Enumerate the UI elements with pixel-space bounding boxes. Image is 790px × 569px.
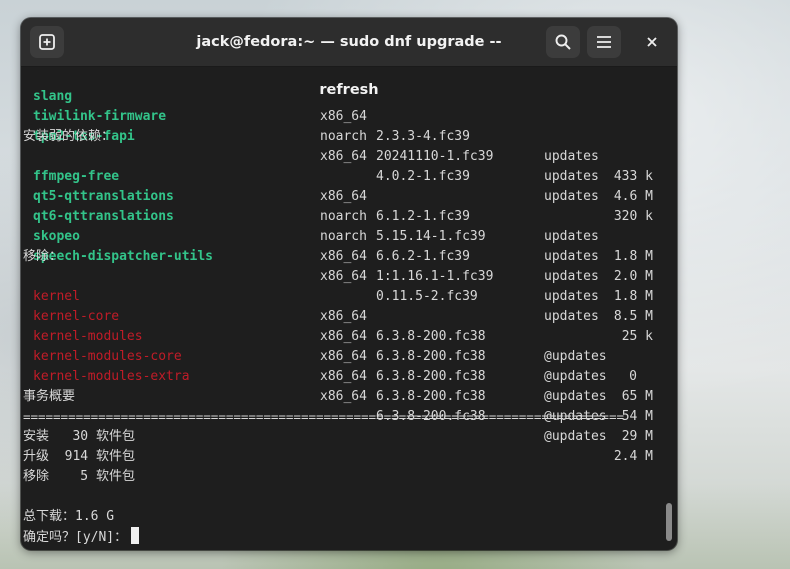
window-title: jack@fedora:~ — sudo dnf upgrade --refre… — [196, 34, 502, 98]
text-cursor — [131, 527, 140, 544]
package-size: 65 M — [621, 389, 653, 404]
package-row: tiwilink-firmware noarch 20241110-1.fc39… — [23, 87, 653, 204]
package-version: 6.3.8-200.fc38 — [376, 369, 486, 384]
package-size: 29 M — [621, 429, 653, 444]
terminal-window: jack@fedora:~ — sudo dnf upgrade --refre… — [21, 18, 677, 550]
new-tab-button[interactable] — [30, 26, 64, 58]
package-row: kernel-modules-extra x86_64 6.3.8-200.fc… — [23, 347, 653, 464]
summary-install: 安装 30 软件包 — [23, 429, 135, 444]
package-version: 2.3.3-4.fc39 — [376, 129, 470, 144]
search-button[interactable] — [546, 26, 580, 58]
remove-header: 移除： — [23, 249, 63, 264]
package-row: kernel-modules-core x86_64 6.3.8-200.fc3… — [23, 327, 653, 444]
search-icon — [555, 34, 571, 50]
package-arch: x86_64 — [320, 369, 367, 384]
package-row: tpm2-tss-fapi x86_64 4.0.2-1.fc39 update… — [23, 107, 653, 224]
summary-upgrade: 升级 914 软件包 — [23, 449, 135, 464]
package-repo: @updates — [544, 429, 607, 444]
total-download: 总下载：1.6 G — [23, 509, 115, 524]
confirm-prompt-line[interactable]: 确定吗？[y/N]： — [23, 527, 140, 547]
close-button[interactable] — [635, 26, 669, 58]
new-tab-icon — [39, 34, 55, 50]
package-arch: x86_64 — [320, 389, 367, 404]
scrollbar-thumb[interactable] — [666, 503, 672, 541]
package-row: speech-dispatcher-utils x86_64 0.11.5-2.… — [23, 227, 653, 344]
package-repo: @updates — [544, 369, 607, 384]
package-size: 0 — [629, 369, 637, 384]
summary-remove: 移除 5 软件包 — [23, 469, 135, 484]
package-row: qt5-qttranslations noarch 5.15.14-1.fc39… — [23, 167, 653, 284]
package-version: 6.6.2-1.fc39 — [376, 249, 470, 264]
package-repo: @updates — [544, 389, 607, 404]
scrollbar[interactable] — [664, 67, 677, 550]
hamburger-menu-icon — [597, 36, 611, 48]
package-row: qt6-qttranslations noarch 6.6.2-1.fc39 u… — [23, 187, 653, 304]
package-size: 1.8 M — [613, 249, 653, 264]
main-menu-button[interactable] — [587, 26, 621, 58]
package-version: 6.3.8-200.fc38 — [376, 389, 486, 404]
package-row: kernel-modules x86_64 6.3.8-200.fc38 @up… — [23, 307, 653, 424]
package-row: skopeo x86_64 1:1.16.1-1.fc39 updates 8.… — [23, 207, 653, 324]
summary-separator: ========================================… — [23, 409, 624, 424]
package-arch: x86_64 — [320, 249, 367, 264]
terminal-output[interactable]: slang x86_64 2.3.3-4.fc39 updates 433 k … — [21, 67, 663, 550]
package-name: kernel-modules-extra — [33, 369, 190, 384]
package-row: ffmpeg-free x86_64 6.1.2-1.fc39 updates … — [23, 147, 653, 264]
confirm-prompt: 确定吗？[y/N]： — [23, 530, 128, 545]
package-arch: noarch — [320, 129, 367, 144]
package-row: kernel-core x86_64 6.3.8-200.fc38 @updat… — [23, 287, 653, 404]
package-row: kernel x86_64 6.3.8-200.fc38 @updates 0 — [23, 267, 637, 384]
package-row: slang x86_64 2.3.3-4.fc39 updates 433 k — [23, 67, 653, 184]
header-bar: jack@fedora:~ — sudo dnf upgrade --refre… — [21, 18, 677, 98]
package-repo: updates — [544, 249, 599, 264]
weak-deps-header: 安装弱的依赖： — [23, 129, 115, 144]
package-size: 2.4 M — [613, 449, 653, 464]
close-icon — [647, 37, 657, 47]
summary-header: 事务概要 — [23, 389, 76, 404]
